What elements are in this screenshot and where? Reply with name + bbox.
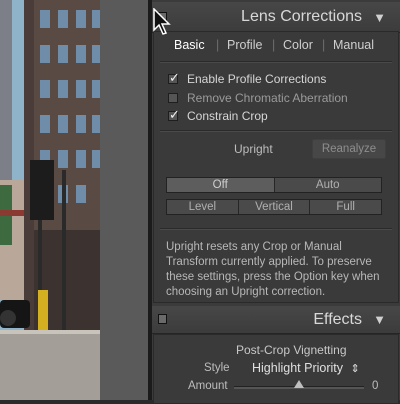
constrain-crop-label: Constrain Crop bbox=[187, 109, 268, 123]
divider bbox=[160, 61, 392, 62]
tab-separator: | bbox=[322, 38, 326, 52]
right-panel: Lens Corrections ▼ Basic | Profile | Col… bbox=[148, 0, 400, 404]
constrain-crop-row[interactable]: Constrain Crop bbox=[168, 107, 268, 123]
collapse-triangle-icon[interactable]: ▼ bbox=[373, 312, 386, 327]
upright-auto-button[interactable]: Auto bbox=[275, 178, 382, 192]
tab-separator: | bbox=[216, 38, 220, 52]
upright-mode-row1: Off Auto bbox=[166, 177, 382, 193]
upright-vertical-button[interactable]: Vertical bbox=[239, 200, 311, 214]
lens-corrections-header[interactable]: Lens Corrections ▼ bbox=[152, 2, 400, 33]
upright-level-button[interactable]: Level bbox=[167, 200, 239, 214]
enable-profile-corrections-checkbox[interactable] bbox=[168, 70, 180, 86]
tab-profile[interactable]: Profile bbox=[227, 38, 262, 52]
photo-frame bbox=[100, 0, 148, 400]
remove-chromatic-aberration-label: Remove Chromatic Aberration bbox=[187, 91, 348, 105]
lens-corrections-body: Basic | Profile | Color | Manual Enable … bbox=[153, 31, 399, 303]
tab-manual[interactable]: Manual bbox=[333, 38, 374, 52]
mouse-cursor-icon bbox=[153, 8, 171, 35]
upright-label: Upright bbox=[234, 142, 273, 156]
remove-chromatic-aberration-row[interactable]: Remove Chromatic Aberration bbox=[168, 91, 348, 105]
collapse-triangle-icon[interactable]: ▼ bbox=[373, 10, 386, 25]
post-crop-vignetting-heading: Post-Crop Vignetting bbox=[236, 343, 347, 357]
tab-separator: | bbox=[272, 38, 276, 52]
lens-corrections-title: Lens Corrections bbox=[241, 8, 362, 25]
constrain-crop-checkbox[interactable] bbox=[168, 107, 180, 123]
remove-chromatic-aberration-checkbox[interactable] bbox=[168, 93, 178, 103]
effects-toggle-switch[interactable] bbox=[158, 314, 167, 324]
style-select[interactable]: Highlight Priority ⇕ bbox=[252, 361, 360, 375]
amount-slider-knob[interactable] bbox=[294, 380, 304, 388]
effects-body: Post-Crop Vignetting Style Highlight Pri… bbox=[153, 334, 399, 404]
divider bbox=[160, 130, 392, 131]
enable-profile-corrections-row[interactable]: Enable Profile Corrections bbox=[168, 70, 327, 86]
enable-profile-corrections-label: Enable Profile Corrections bbox=[187, 72, 327, 86]
upright-note: Upright resets any Crop or Manual Transf… bbox=[166, 241, 380, 298]
style-value: Highlight Priority bbox=[252, 361, 344, 375]
upright-off-button[interactable]: Off bbox=[167, 178, 275, 192]
tab-basic[interactable]: Basic bbox=[174, 38, 205, 52]
amount-value: 0 bbox=[372, 380, 379, 392]
effects-title: Effects bbox=[313, 311, 362, 328]
effects-header[interactable]: Effects ▼ bbox=[152, 306, 400, 334]
photo-image bbox=[0, 0, 100, 400]
reanalyze-button[interactable]: Reanalyze bbox=[312, 139, 386, 159]
up-down-arrows-icon: ⇕ bbox=[350, 363, 360, 375]
style-label: Style bbox=[204, 362, 230, 374]
amount-label: Amount bbox=[188, 380, 228, 392]
upright-full-button[interactable]: Full bbox=[310, 200, 381, 214]
photo-preview[interactable] bbox=[0, 0, 100, 400]
tab-color[interactable]: Color bbox=[283, 38, 313, 52]
divider bbox=[160, 228, 392, 229]
upright-mode-row2: Level Vertical Full bbox=[166, 199, 382, 215]
